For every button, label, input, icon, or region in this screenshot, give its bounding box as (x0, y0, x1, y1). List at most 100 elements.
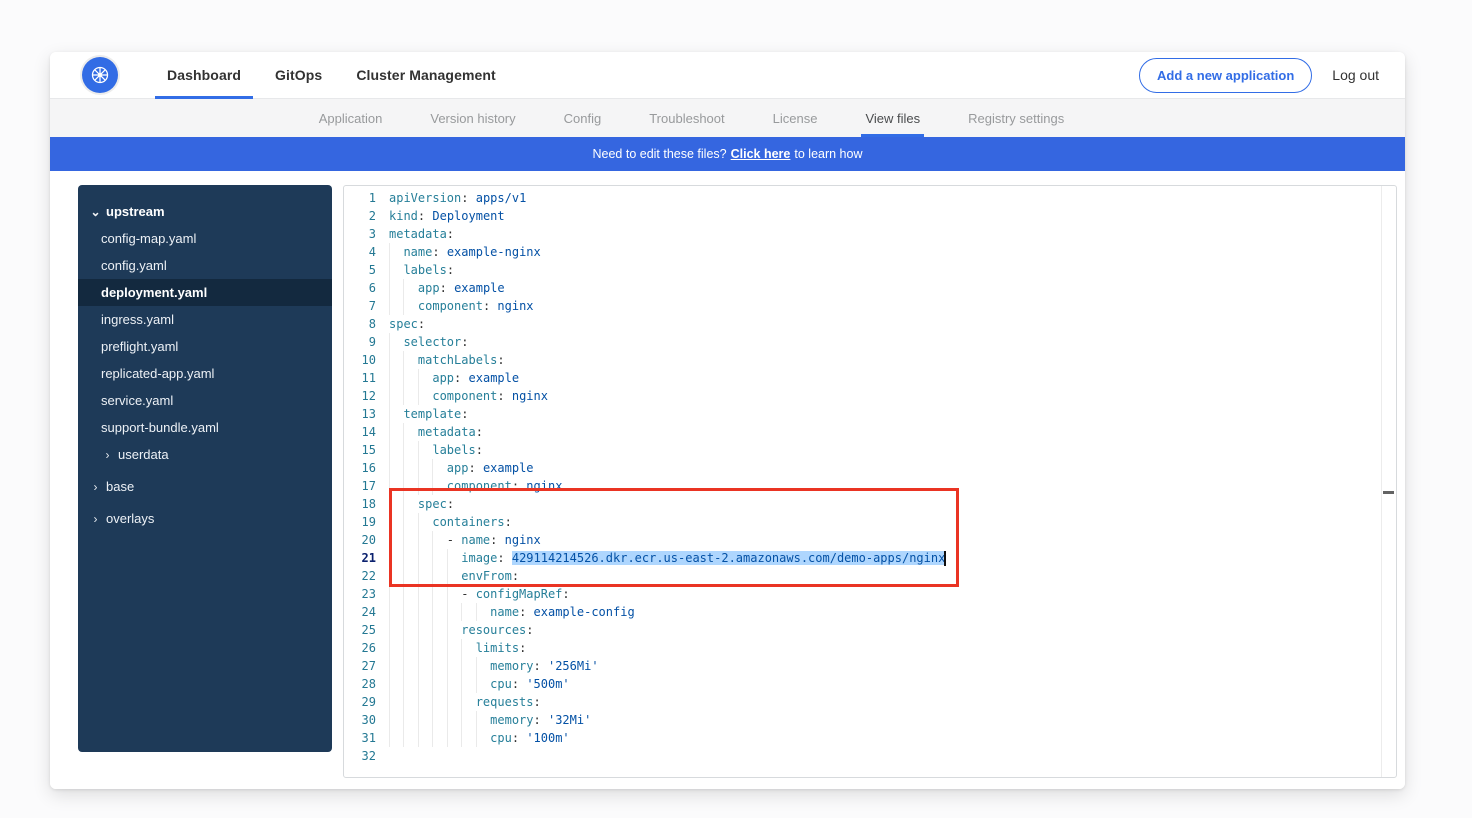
tree-item-label: config.yaml (101, 258, 167, 273)
indent-guide-line (403, 279, 404, 297)
tree-item-upstream[interactable]: ⌄upstream (78, 198, 332, 225)
chevron-right-icon[interactable]: › (101, 448, 114, 462)
indent-guide-line (403, 513, 404, 531)
code-line-content: memory: '32Mi' (389, 711, 591, 729)
indent-guide-line (403, 495, 404, 513)
chevron-down-icon[interactable]: ⌄ (89, 205, 102, 219)
indent-guide-line (403, 351, 404, 369)
indent-guide-line (389, 387, 390, 405)
nav-item-gitops[interactable]: GitOps (263, 52, 334, 98)
line-number: 31 (344, 729, 376, 747)
indent-guide-line (476, 675, 477, 693)
line-number: 21 (344, 549, 376, 567)
nav-item-dashboard[interactable]: Dashboard (155, 52, 253, 98)
line-number: 19 (344, 513, 376, 531)
code-line-content: resources: (389, 621, 534, 639)
kubernetes-logo-icon[interactable] (82, 57, 118, 93)
tree-item-overlays[interactable]: ›overlays (78, 505, 332, 532)
subtab-list: Application Version history Config Troubles… (319, 99, 1064, 137)
text-cursor (944, 551, 946, 566)
indent-guide-line (418, 387, 419, 405)
tab-config[interactable]: Config (564, 99, 602, 137)
tab-troubleshoot[interactable]: Troubleshoot (649, 99, 724, 137)
chevron-right-icon[interactable]: › (89, 512, 102, 526)
code-line-content: template: (389, 405, 468, 423)
indent-guide-line (389, 243, 390, 261)
indent-guide-line (418, 549, 419, 567)
view-files-content: ⌄upstreamconfig-map.yaml config.yaml deplo… (50, 171, 1405, 789)
indent-guide-line (432, 585, 433, 603)
tree-item-base[interactable]: ›base (78, 473, 332, 500)
indent-guide-line (403, 693, 404, 711)
tree-item-service-yaml[interactable]: service.yaml (78, 387, 332, 414)
code-line-content: limits: (389, 639, 526, 657)
nav-item-cluster-management[interactable]: Cluster Management (344, 52, 508, 98)
indent-guide-line (403, 711, 404, 729)
banner-click-here-link[interactable]: Click here (731, 147, 791, 161)
indent-guide-line (418, 585, 419, 603)
tree-item-preflight-yaml[interactable]: preflight.yaml (78, 333, 332, 360)
indent-guide-line (389, 549, 390, 567)
line-number: 25 (344, 621, 376, 639)
code-line-28: 28 cpu: '500m' (344, 675, 1396, 693)
code-line-content: component: nginx (389, 477, 562, 495)
line-number: 23 (344, 585, 376, 603)
code-line-content: requests: (389, 693, 541, 711)
indent-guide-line (403, 531, 404, 549)
tree-item-deployment-yaml[interactable]: deployment.yaml (78, 279, 332, 306)
tree-item-config-yaml[interactable]: config.yaml (78, 252, 332, 279)
subtab-bar: Application Version history Config Troubles… (50, 99, 1405, 137)
tree-item-ingress-yaml[interactable]: ingress.yaml (78, 306, 332, 333)
indent-guide-line (447, 711, 448, 729)
code-line-22: 22 envFrom: (344, 567, 1396, 585)
indent-guide-line (403, 639, 404, 657)
code-line-content: envFrom: (389, 567, 519, 585)
logout-link[interactable]: Log out (1332, 67, 1379, 83)
code-line-13: 13 template: (344, 405, 1396, 423)
line-number: 22 (344, 567, 376, 585)
line-number: 9 (344, 333, 376, 351)
line-number: 15 (344, 441, 376, 459)
line-number: 6 (344, 279, 376, 297)
selected-text: 429114214526.dkr.ecr.us-east-2.amazonaws… (512, 551, 945, 565)
tab-registry-settings[interactable]: Registry settings (968, 99, 1064, 137)
add-application-button[interactable]: Add a new application (1139, 58, 1312, 93)
code-line-23: 23 - configMapRef: (344, 585, 1396, 603)
line-number: 3 (344, 225, 376, 243)
indent-guide-line (447, 729, 448, 747)
tree-item-config-map-yaml[interactable]: config-map.yaml (78, 225, 332, 252)
indent-guide-line (389, 657, 390, 675)
overview-ruler[interactable] (1381, 186, 1382, 777)
indent-guide-line (389, 621, 390, 639)
indent-guide-line (432, 657, 433, 675)
indent-guide-line (418, 441, 419, 459)
tab-application[interactable]: Application (319, 99, 383, 137)
code-line-21: 21 image: 429114214526.dkr.ecr.us-east-2… (344, 549, 1396, 567)
tab-version-history[interactable]: Version history (430, 99, 515, 137)
line-number: 5 (344, 261, 376, 279)
indent-guide-line (389, 441, 390, 459)
indent-guide-line (432, 459, 433, 477)
chevron-right-icon[interactable]: › (89, 480, 102, 494)
tree-item-replicated-app-yaml[interactable]: replicated-app.yaml (78, 360, 332, 387)
line-number: 13 (344, 405, 376, 423)
tab-license[interactable]: License (773, 99, 818, 137)
tree-item-userdata[interactable]: ›userdata (78, 441, 332, 468)
code-line-content: app: example (389, 459, 534, 477)
indent-guide-line (432, 549, 433, 567)
indent-guide-line (389, 495, 390, 513)
tab-view-files[interactable]: View files (865, 99, 920, 137)
indent-guide-line (418, 729, 419, 747)
indent-guide-line (389, 603, 390, 621)
indent-guide-line (418, 477, 419, 495)
overview-ruler-cursor-mark[interactable] (1383, 491, 1394, 494)
indent-guide-line (447, 639, 448, 657)
indent-guide-line (403, 603, 404, 621)
file-tree: ⌄upstreamconfig-map.yaml config.yaml deplo… (78, 185, 332, 752)
line-number: 29 (344, 693, 376, 711)
code-line-26: 26 limits: (344, 639, 1396, 657)
tree-item-support-bundle-yaml[interactable]: support-bundle.yaml (78, 414, 332, 441)
code-line-5: 5 labels: (344, 261, 1396, 279)
code-editor[interactable]: 1apiVersion: apps/v12kind: Deployment3me… (343, 185, 1397, 778)
indent-guide-line (389, 423, 390, 441)
